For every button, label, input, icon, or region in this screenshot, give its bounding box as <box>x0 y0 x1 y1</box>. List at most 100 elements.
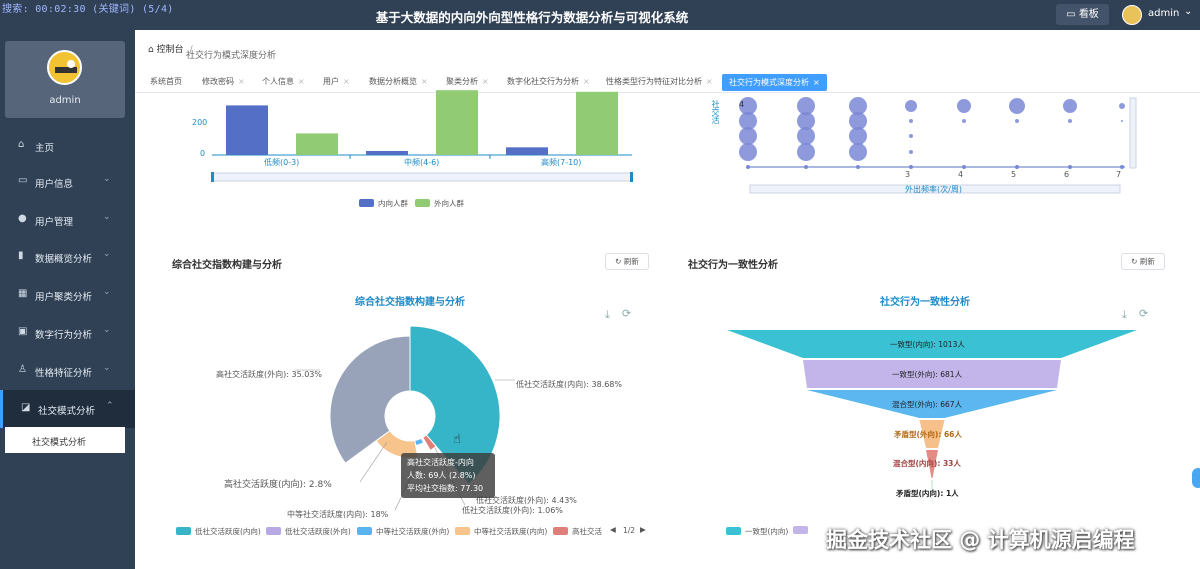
scatter-point <box>905 100 917 112</box>
legend-item[interactable] <box>793 526 812 535</box>
scatter-point <box>1063 99 1077 113</box>
bar <box>506 147 548 155</box>
scatter-point <box>849 143 867 161</box>
bar <box>436 90 478 155</box>
refresh-icon[interactable]: ⟳ <box>1139 307 1148 320</box>
legend-page-next[interactable]: ▶ <box>640 525 646 534</box>
scatter-point <box>1119 103 1125 109</box>
legend-page-indicator: 1/2 <box>623 526 636 535</box>
x-tick-label: 4 <box>958 170 964 179</box>
tab-home[interactable]: 系统首页 <box>150 76 182 87</box>
tab-social-deep[interactable]: 社交行为模式深度分析 × <box>722 74 827 91</box>
pie-label: 高社交活跃度(外向): 35.03% <box>216 370 322 379</box>
legend-item[interactable]: 高社交活 <box>553 526 602 537</box>
chart-icon: ◪ <box>21 402 31 413</box>
sidebar-item-data-overview[interactable]: ▮ 数据概览分析 ⌄ <box>0 238 135 276</box>
scatter-point <box>909 119 913 123</box>
refresh-button[interactable]: ↻ 刷新 <box>1121 253 1165 270</box>
x-tick-label: 7 <box>1116 170 1122 179</box>
chart-tooltip: 高社交活跃度-内向 人数: 69人 (2.8%) 平均社交指数: 77.30 <box>401 453 495 498</box>
tab-cluster[interactable]: 聚类分析 × <box>446 76 489 87</box>
tab-personality-compare[interactable]: 性格类型行为特征对比分析 × <box>606 76 713 87</box>
tab-digital-social[interactable]: 数字化社交行为分析 × <box>507 76 590 87</box>
sidebar-item-cluster[interactable]: ▦ 用户聚类分析 ⌄ <box>0 276 135 314</box>
chart-title: 社交行为一致性分析 <box>880 297 970 308</box>
close-icon: × <box>813 78 820 87</box>
panel-title-consistency: 社交行为一致性分析 <box>688 260 778 271</box>
refresh-icon: ↻ <box>615 257 624 266</box>
tab-profile[interactable]: 个人信息 × <box>262 76 305 87</box>
bar-chart-icon: ▮ <box>18 250 24 261</box>
chevron-down-icon: ⌄ <box>103 249 111 259</box>
sidebar-subitem-social[interactable]: 社交模式分析 <box>5 427 125 453</box>
pie-label: 低社交活跃度(内向): 38.68% <box>516 380 622 389</box>
y-axis-label: 社交活 <box>711 100 720 124</box>
legend-item[interactable]: 一致型(内向) <box>726 526 788 537</box>
monitor-icon: ▭ <box>1066 9 1079 20</box>
legend-item[interactable]: 中等社交活跃度(外向) <box>357 526 449 537</box>
avatar[interactable] <box>1122 5 1142 25</box>
sidebar-item-personality[interactable]: ♙ 性格特征分析 ⌄ <box>0 352 135 390</box>
legend-page-prev[interactable]: ◀ <box>610 525 616 534</box>
watermark: 掘金技术社区 @ 计算机源启编程 <box>826 528 1135 552</box>
y-tick-label: 4 <box>739 100 745 109</box>
breadcrumb: ⌂ 控制台 / 社交行为模式深度分析 <box>148 42 276 61</box>
refresh-button[interactable]: ↻ 刷新 <box>605 253 649 270</box>
bar-chart <box>211 90 633 182</box>
profile-avatar[interactable] <box>47 50 82 85</box>
chevron-down-icon[interactable]: ⌄ <box>1184 6 1192 17</box>
tab-data-overview[interactable]: 数据分析概览 × <box>369 76 428 87</box>
sidebar-item-social[interactable]: ◪ 社交模式分析 ⌃ <box>0 390 135 428</box>
home-icon: ⌂ <box>18 139 25 150</box>
monitor-icon: ▣ <box>18 326 28 337</box>
axis-point <box>856 165 860 169</box>
bar <box>576 91 618 155</box>
sidebar-item-digital[interactable]: ▣ 数字行为分析 ⌄ <box>0 314 135 352</box>
breadcrumb-home[interactable]: 控制台 <box>157 45 184 55</box>
sidebar-item-home[interactable]: ⌂ 主页 <box>0 127 135 165</box>
legend-item[interactable]: 低社交活跃度(外向) <box>266 526 351 537</box>
funnel-label: 一致型(内向): 1013人 <box>890 340 965 349</box>
panel-title-social-index: 综合社交指数构建与分析 <box>172 260 282 271</box>
x-tick-label: 高频(7-10) <box>541 158 582 167</box>
scatter-point <box>909 150 913 154</box>
legend-item[interactable]: 中等社交活跃度(内向) <box>455 526 547 537</box>
tab-password[interactable]: 修改密码 × <box>202 76 245 87</box>
tab-user[interactable]: 用户 × <box>323 76 350 87</box>
close-icon: × <box>421 77 428 86</box>
download-icon[interactable]: ⤓ <box>1122 308 1127 322</box>
header-username[interactable]: admin <box>1148 8 1179 19</box>
funnel-label: 混合型(外向): 667人 <box>892 400 963 409</box>
board-label: 看板 <box>1078 9 1099 20</box>
axis-point <box>1015 165 1019 169</box>
profile-name: admin <box>49 95 81 106</box>
legend-item[interactable]: 低社交活跃度(内向) <box>176 526 261 537</box>
profile-card: admin <box>5 41 125 118</box>
pie-label: 低社交活跃度(外向): 1.06% <box>462 506 563 515</box>
chevron-down-icon: ⌄ <box>103 287 111 297</box>
x-tick-label: 6 <box>1064 170 1070 179</box>
scatter-point <box>1009 98 1025 114</box>
scroll-handle[interactable] <box>1192 468 1200 488</box>
sidebar-item-user-info[interactable]: ▭ 用户信息 ⌄ <box>0 163 135 201</box>
refresh-icon[interactable]: ⟳ <box>622 307 631 320</box>
legend-item[interactable]: 内向人群 <box>359 198 408 209</box>
zoom-handle <box>211 172 214 182</box>
zoom-handle <box>630 172 633 182</box>
sidebar: admin ⌂ 主页 ▭ 用户信息 ⌄ ● 用户管理 ⌄ ▮ 数据概览分析 ⌄ ▦ 用户聚类分析… <box>0 30 135 569</box>
x-tick-label: 3 <box>905 170 911 179</box>
sidebar-item-user-management[interactable]: ● 用户管理 ⌄ <box>0 201 135 239</box>
funnel-chart <box>727 330 1137 508</box>
legend-item[interactable]: 外向人群 <box>415 198 464 209</box>
scatter-point <box>849 127 867 145</box>
x-tick-label: 5 <box>1011 170 1017 179</box>
y-tick-label: 0 <box>200 149 206 158</box>
pie-label: 高社交活跃度(内向): 2.8% <box>224 480 332 490</box>
grid-icon: ▦ <box>18 288 28 299</box>
close-icon: × <box>706 77 713 86</box>
app-title: 基于大数据的内向外向型性格行为数据分析与可视化系统 <box>375 10 689 25</box>
person-icon: ♙ <box>18 364 27 375</box>
chevron-down-icon: ⌄ <box>103 325 111 335</box>
chevron-up-icon: ⌃ <box>106 401 114 411</box>
board-button[interactable]: ▭ 看板 <box>1056 4 1109 25</box>
